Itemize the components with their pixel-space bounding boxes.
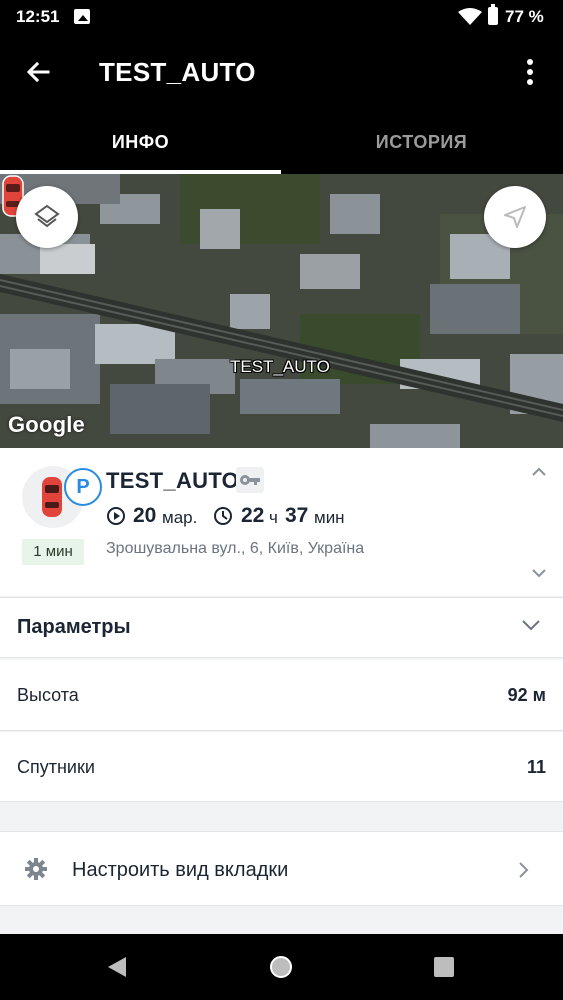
gear-icon (25, 858, 47, 880)
parking-status-badge: P (64, 468, 102, 506)
map-view[interactable]: TEST_AUTO Google (0, 174, 563, 448)
more-options-icon[interactable] (518, 56, 542, 88)
navigation-arrow-icon (504, 206, 526, 228)
parking-duration-hours: 22 (241, 504, 265, 527)
parking-date-month: мар. (162, 508, 198, 527)
tab-bar: ИНФО ИСТОРИЯ (0, 110, 563, 174)
configure-tab-view-button[interactable]: Настроить вид вкладки (0, 831, 563, 906)
map-navigate-button[interactable] (484, 186, 546, 248)
nav-back-icon[interactable] (106, 956, 128, 978)
parameter-row-satellites: Спутники 11 (0, 732, 563, 802)
status-bar: 12:51 77 % (0, 0, 563, 34)
parking-duration-minutes: 37 (285, 504, 309, 527)
battery-percent: 77 % (505, 7, 544, 26)
parking-date-day: 20 (133, 504, 157, 527)
battery-icon (488, 4, 498, 25)
nav-home-icon[interactable] (268, 954, 294, 980)
nav-recents-icon[interactable] (433, 956, 455, 978)
wifi-icon (458, 8, 482, 25)
parameter-value: 92 м (507, 685, 546, 705)
clock-icon (214, 507, 232, 525)
image-notification-icon (74, 9, 90, 24)
parameters-title: Параметры (17, 616, 131, 638)
ignition-key-indicator (236, 467, 264, 493)
google-attribution-logo: Google (8, 412, 85, 437)
key-icon (240, 475, 260, 485)
tab-history[interactable]: ИСТОРИЯ (281, 110, 562, 174)
configure-tab-view-label: Настроить вид вкладки (72, 859, 289, 881)
parameter-value: 11 (526, 757, 546, 777)
chevron-right-icon (519, 862, 529, 878)
chevron-up-icon[interactable] (530, 466, 548, 478)
system-navigation-bar (0, 934, 563, 1000)
chevron-down-icon (522, 620, 540, 631)
page-title: TEST_AUTO (99, 57, 256, 87)
app-bar: TEST_AUTO (0, 34, 563, 110)
satellite-imagery (0, 174, 563, 448)
hours-unit: ч (269, 508, 278, 527)
vehicle-address: Зрошувальна вул., 6, Київ, Україна (106, 540, 365, 557)
parameter-label: Спутники (17, 757, 95, 777)
tab-info[interactable]: ИНФО (0, 110, 281, 174)
minutes-unit: мин (314, 508, 345, 527)
status-time: 12:51 (16, 7, 60, 26)
chevron-down-icon[interactable] (530, 567, 548, 579)
last-update-badge: 1 мин (22, 539, 84, 565)
map-vehicle-label: TEST_AUTO (230, 357, 330, 376)
parameters-section-header[interactable]: Параметры (0, 597, 563, 658)
vehicle-name: TEST_AUTO (106, 468, 240, 493)
back-arrow-icon[interactable] (22, 56, 54, 88)
play-circle-icon (107, 507, 125, 525)
car-icon (42, 477, 62, 517)
layers-icon (34, 204, 60, 228)
parameter-label: Высота (17, 685, 79, 705)
parameter-row-altitude: Высота 92 м (0, 660, 563, 731)
vehicle-info-card[interactable]: P 1 мин TEST_AUTO 20 мар. 22 ч 37 мин Зр… (0, 448, 563, 596)
map-layers-button[interactable] (16, 186, 78, 248)
